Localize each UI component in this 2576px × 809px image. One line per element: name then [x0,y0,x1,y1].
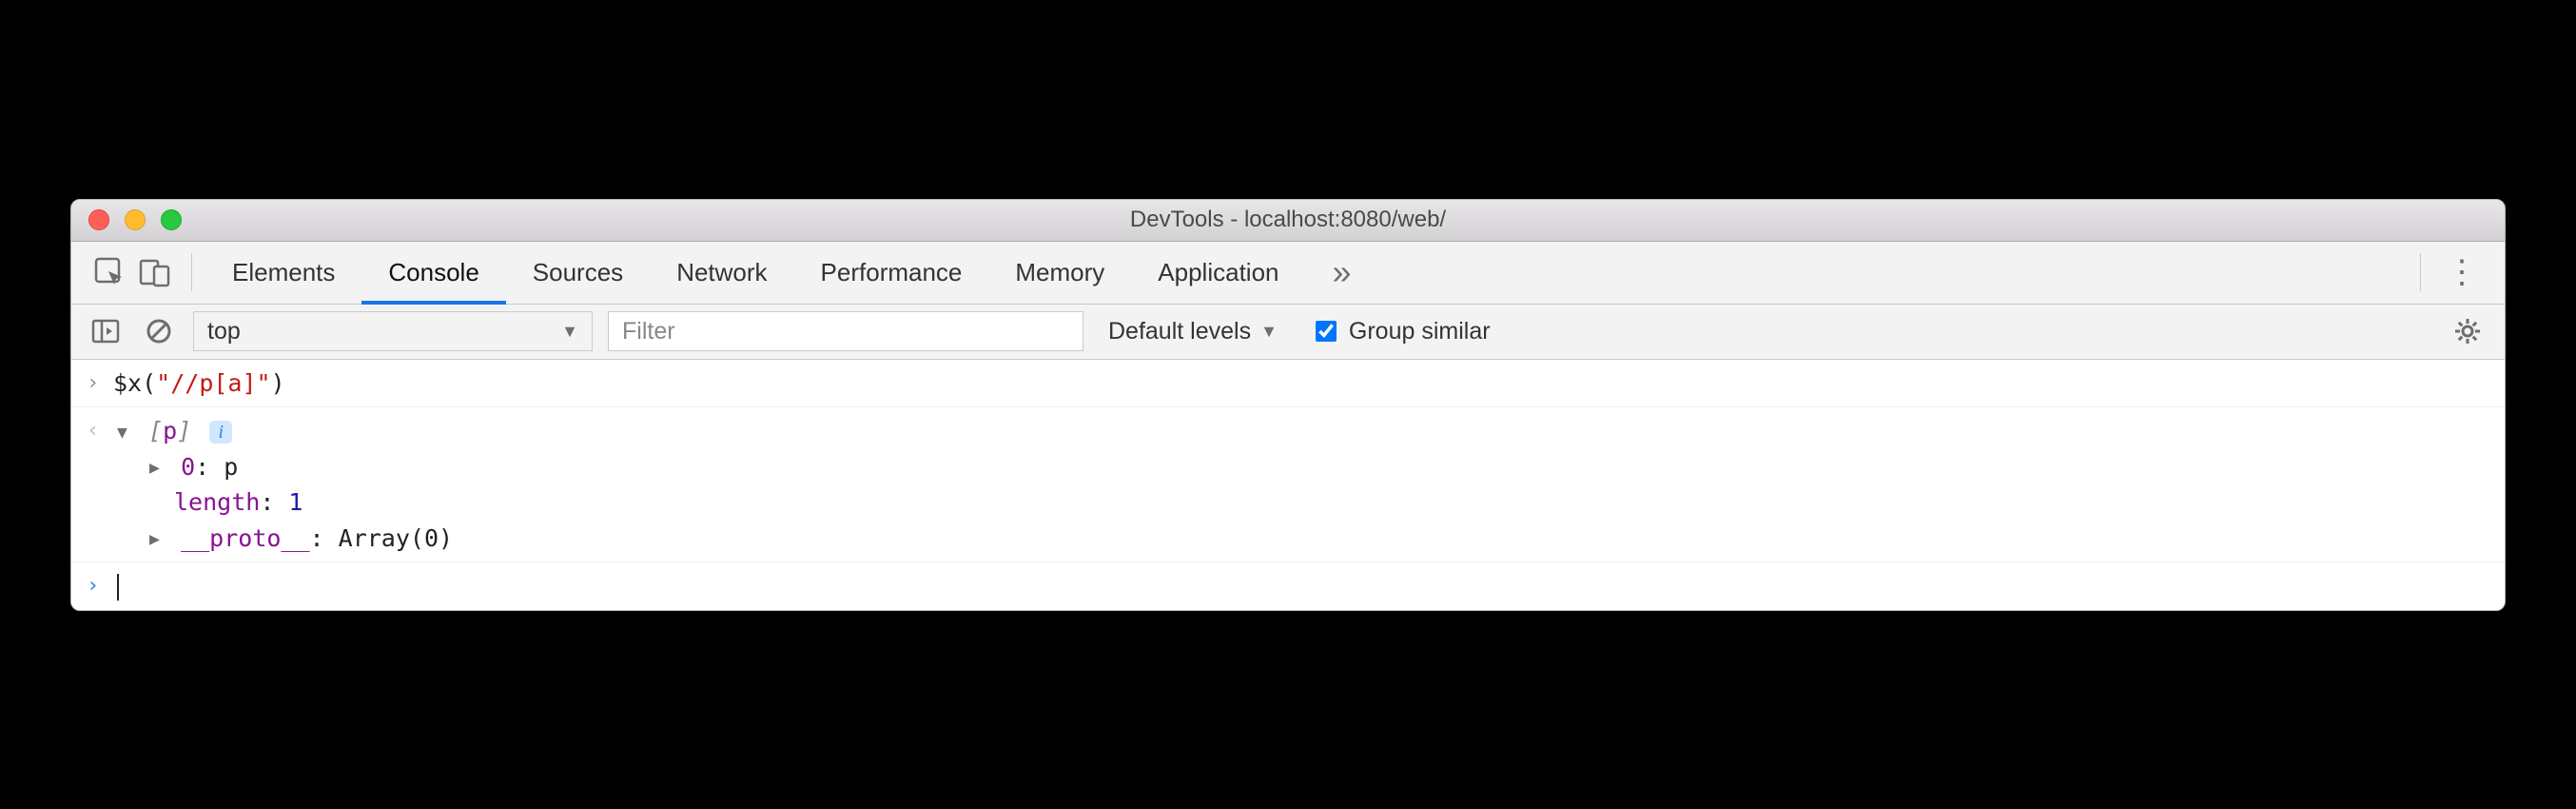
tabbar: Elements Console Sources Network Perform… [71,242,2505,305]
tab-label: Elements [232,258,335,287]
disclosure-triangle-down-icon[interactable] [117,420,134,445]
tab-console[interactable]: Console [361,242,505,304]
text-cursor [117,574,119,601]
clear-console-icon[interactable] [140,312,178,350]
tab-label: Sources [533,258,623,287]
tab-sources[interactable]: Sources [506,242,650,304]
inspect-element-icon[interactable] [87,249,132,295]
execution-context-label: top [207,318,241,345]
divider [2420,253,2421,291]
info-badge-icon[interactable]: i [209,421,232,444]
caret-down-icon: ▼ [1260,322,1278,342]
window-title: DevTools - localhost:8080/web/ [71,207,2505,233]
tab-label: Console [388,258,478,287]
prompt-marker-icon: › [87,568,113,602]
tab-performance[interactable]: Performance [794,242,989,304]
chevron-double-right-icon: » [1333,252,1352,291]
console-output: › $x("//p[a]") ‹ [p] i 0: p length: 1 __… [71,360,2505,610]
caret-down-icon: ▼ [561,322,578,342]
gear-icon [2453,317,2482,345]
console-prompt-row[interactable]: › [71,562,2505,610]
titlebar: DevTools - localhost:8080/web/ [71,200,2505,242]
tab-elements[interactable]: Elements [205,242,361,304]
tab-label: Memory [1015,258,1104,287]
tab-label: Network [676,258,767,287]
log-levels-select[interactable]: Default levels ▼ [1099,318,1287,345]
tab-label: Performance [821,258,963,287]
group-similar-checkbox[interactable] [1316,321,1337,342]
execution-context-select[interactable]: top ▼ [193,311,593,351]
console-result-row: ‹ [p] i 0: p length: 1 __proto__: Array(… [71,407,2505,562]
divider [191,253,192,291]
input-fn: $x [113,369,142,397]
console-input-expression: $x("//p[a]") [113,365,2489,402]
minimize-window-button[interactable] [125,209,146,230]
zoom-window-button[interactable] [161,209,182,230]
result-property-row[interactable]: 0: p [117,449,2489,485]
result-property-row: length: 1 [117,484,2489,521]
traffic-lights [71,209,182,230]
bracket: ] [177,417,191,444]
settings-menu-button[interactable]: ⋮ [2434,253,2489,291]
disclosure-triangle-right-icon[interactable] [149,526,166,552]
console-settings-button[interactable] [2453,317,2489,345]
property-key: __proto__ [181,524,309,552]
result-tree: [p] i 0: p length: 1 __proto__: Array(0) [113,413,2489,556]
tab-memory[interactable]: Memory [988,242,1131,304]
property-key: length [174,488,260,516]
close-window-button[interactable] [88,209,109,230]
more-tabs-button[interactable]: » [1306,252,1378,292]
tab-application[interactable]: Application [1131,242,1305,304]
tab-network[interactable]: Network [650,242,793,304]
tab-list: Elements Console Sources Network Perform… [205,242,1306,304]
toggle-console-sidebar-icon[interactable] [87,312,125,350]
filter-input[interactable] [608,311,1083,351]
input-arg: "//p[a]" [156,369,270,397]
result-property-row[interactable]: __proto__: Array(0) [117,521,2489,557]
property-value: Array(0) [339,524,453,552]
input-marker-icon: › [87,365,113,399]
group-similar-toggle[interactable]: Group similar [1302,318,1500,345]
log-levels-label: Default levels [1108,318,1251,345]
property-key: 0 [181,453,195,481]
bracket: [ [148,417,163,444]
console-prompt-input[interactable] [113,568,2489,604]
summary-item: p [163,417,177,444]
disclosure-triangle-right-icon[interactable] [149,455,166,481]
console-toolbar: top ▼ Default levels ▼ Group similar [71,305,2505,360]
property-value: p [224,453,238,481]
group-similar-label: Group similar [1349,318,1491,345]
device-toolbar-icon[interactable] [132,249,178,295]
devtools-window: DevTools - localhost:8080/web/ Elements … [70,199,2506,611]
tab-label: Application [1158,258,1278,287]
kebab-icon: ⋮ [2446,254,2478,290]
result-summary[interactable]: [p] i [117,413,2489,449]
console-input-row: › $x("//p[a]") [71,360,2505,408]
output-marker-icon: ‹ [87,413,113,446]
property-value: 1 [288,488,302,516]
